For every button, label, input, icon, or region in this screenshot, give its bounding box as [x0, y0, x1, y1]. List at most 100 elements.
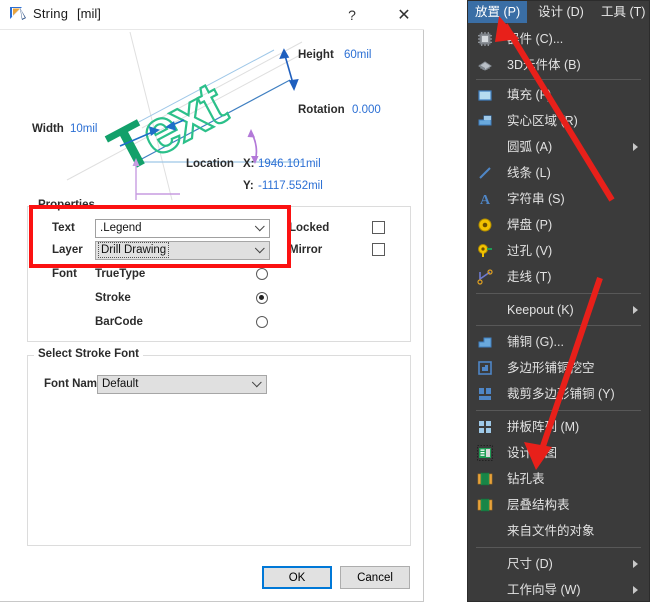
menu-item-label: 字符串 (S): [507, 192, 565, 206]
submenu-arrow-icon: [633, 306, 638, 314]
menu-item-arc[interactable]: 圆弧 (A): [469, 135, 648, 159]
menu-item-label: 来自文件的对象: [507, 524, 595, 538]
menu-item-fill[interactable]: 填充 (F): [469, 83, 648, 107]
menu-item-label: 器件 (C)...: [507, 32, 564, 46]
dialog-title-unit: [mil]: [77, 6, 101, 21]
menu-item-work-guide[interactable]: 工作向导 (W): [469, 578, 648, 602]
dialog-titlebar: String [mil] ? ✕: [0, 0, 424, 30]
svg-text:A: A: [480, 193, 491, 207]
body3d-icon: [478, 61, 492, 71]
menu-item-polygon-cutout[interactable]: 多边形铺铜挖空: [469, 356, 648, 380]
drill-table-icon: [477, 472, 493, 486]
altium-string-icon: [10, 7, 26, 20]
menu-item-component[interactable]: 器件 (C)...: [469, 27, 648, 51]
layer-combobox[interactable]: Drill Drawing: [95, 241, 270, 260]
menu-item-via[interactable]: 过孔 (V): [469, 239, 648, 263]
menu-separator: [476, 293, 641, 294]
preview-location-y-label: Y:: [243, 180, 254, 192]
chevron-down-icon[interactable]: [249, 376, 266, 393]
submenu-arrow-icon: [633, 560, 638, 568]
preview-location-label: Location: [186, 158, 234, 170]
menu-item-drill-table[interactable]: 钻孔表: [469, 467, 648, 491]
line-icon: [479, 167, 491, 179]
string-icon: A: [480, 193, 491, 207]
font-name-label: Font Name: [44, 378, 104, 390]
polygon-cutout-icon: [478, 361, 492, 375]
preview-location-x-label: X:: [243, 158, 255, 170]
select-stroke-font-title: Select Stroke Font: [34, 348, 143, 360]
menu-item-label: 拼板阵列 (M): [507, 420, 580, 434]
menu-item-label: 层叠结构表: [507, 498, 570, 512]
menu-item-label: 圆弧 (A): [507, 140, 553, 154]
polygon-pour-icon: [478, 337, 492, 348]
menu-separator: [476, 410, 641, 411]
menu-item-solid-region[interactable]: 实心区域 (R): [469, 109, 648, 133]
text-combobox[interactable]: .Legend: [95, 219, 270, 238]
layer-stack-table-icon: [477, 498, 493, 512]
menu-separator: [476, 547, 641, 548]
mirror-checkbox-label: Mirror: [289, 244, 323, 256]
font-name-value: Default: [102, 378, 139, 390]
menu-item-3d-body[interactable]: 3D元件体 (B): [469, 53, 648, 77]
menu-item-label: Keepout (K): [507, 303, 574, 317]
font-group-label: Font: [52, 268, 77, 280]
preview-width-value: 10mil: [70, 123, 97, 135]
chevron-down-icon[interactable]: [252, 242, 269, 259]
font-truetype-radio[interactable]: [256, 268, 268, 280]
menu-item-label: 填充 (F): [507, 88, 552, 102]
submenu-arrow-icon: [633, 586, 638, 594]
menubar-item-place[interactable]: 放置 (P): [468, 1, 528, 23]
menu-item-dimension[interactable]: 尺寸 (D): [469, 552, 648, 576]
menu-separator: [476, 79, 641, 80]
font-name-combobox[interactable]: Default: [97, 375, 267, 394]
menu-item-label: 工作向导 (W): [507, 583, 581, 597]
layer-field-label: Layer: [52, 244, 83, 256]
menu-item-polygon-slice[interactable]: 裁剪多边形铺铜 (Y): [469, 382, 648, 406]
menu-item-keepout[interactable]: Keepout (K): [469, 298, 648, 322]
polygon-slice-icon: [479, 388, 491, 400]
menu-item-label: 裁剪多边形铺铜 (Y): [507, 387, 615, 401]
font-stroke-label: Stroke: [95, 292, 131, 304]
menu-item-string[interactable]: A 字符串 (S): [469, 187, 648, 211]
locked-checkbox[interactable]: [372, 221, 385, 234]
menu-item-label: 线条 (L): [507, 166, 551, 180]
menubar-item-tools[interactable]: 工具 (T): [594, 1, 650, 23]
menu-item-object-from-file[interactable]: 来自文件的对象: [469, 519, 648, 543]
font-barcode-label: BarCode: [95, 316, 143, 328]
font-truetype-label: TrueType: [95, 268, 146, 280]
menu-separator: [476, 325, 641, 326]
help-button[interactable]: ?: [340, 4, 364, 26]
menu-item-line[interactable]: 线条 (L): [469, 161, 648, 185]
menu-item-layer-stack-table[interactable]: 层叠结构表: [469, 493, 648, 517]
panel-array-icon: [479, 421, 491, 433]
font-stroke-radio[interactable]: [256, 292, 268, 304]
design-view-icon: [477, 445, 493, 461]
locked-checkbox-label: Locked: [289, 222, 330, 234]
menu-item-design-view[interactable]: 设计视图: [469, 441, 648, 465]
properties-group-title: Properties: [34, 199, 99, 211]
layer-combobox-value: Drill Drawing: [97, 242, 170, 258]
preview-rotation-value: 0.000: [352, 104, 381, 116]
pad-icon: [478, 218, 492, 232]
menu-item-polygon-pour[interactable]: 铺铜 (G)...: [469, 330, 648, 354]
chevron-down-icon[interactable]: [252, 220, 269, 237]
menu-item-label: 走线 (T): [507, 270, 552, 284]
close-icon[interactable]: ✕: [391, 4, 417, 26]
font-barcode-radio[interactable]: [256, 316, 268, 328]
ok-button[interactable]: OK: [262, 566, 332, 589]
dialog-title: String: [33, 6, 69, 21]
menu-item-label: 多边形铺铜挖空: [507, 361, 595, 375]
preview-width-label: Width: [32, 123, 64, 135]
menu-item-label: 钻孔表: [507, 472, 545, 486]
mirror-checkbox[interactable]: [372, 243, 385, 256]
menu-item-track[interactable]: 走线 (T): [469, 265, 648, 289]
menubar-item-design[interactable]: 设计 (D): [531, 1, 591, 23]
menu-item-label: 尺寸 (D): [507, 557, 553, 571]
menu-item-panel-array[interactable]: 拼板阵列 (M): [469, 415, 648, 439]
place-menu-panel: 放置 (P) 设计 (D) 工具 (T) 器件 (C)... 3D元件体 (B)…: [467, 0, 650, 602]
preview-height-label: Height: [298, 49, 334, 61]
menu-item-pad[interactable]: 焊盘 (P): [469, 213, 648, 237]
preview-height-value: 60mil: [344, 49, 371, 61]
preview-location-y-value: -1117.552mil: [258, 180, 323, 192]
cancel-button[interactable]: Cancel: [340, 566, 410, 589]
